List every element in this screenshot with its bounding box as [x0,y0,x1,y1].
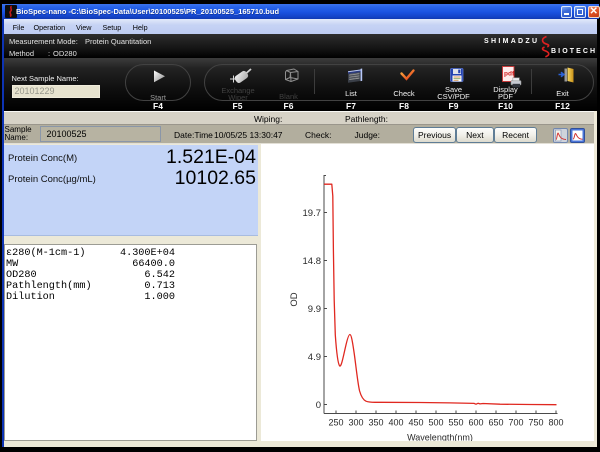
svg-text:4.9: 4.9 [308,352,321,363]
svg-text:350: 350 [368,418,383,428]
svg-text:pdf: pdf [504,71,515,78]
svg-text:550: 550 [448,418,463,428]
svg-text:0: 0 [316,400,321,411]
svg-text:OD: OD [289,292,300,306]
svg-text:450: 450 [408,418,423,428]
svg-text:14.8: 14.8 [303,256,322,267]
svg-text:650: 650 [488,418,503,428]
svg-text:750: 750 [528,418,543,428]
svg-text:300: 300 [348,418,363,428]
svg-text:800: 800 [548,418,563,428]
svg-text:9.9: 9.9 [308,304,321,315]
svg-text:400: 400 [388,418,403,428]
svg-text:Wavelength(nm): Wavelength(nm) [407,433,473,442]
svg-text:19.7: 19.7 [303,208,322,219]
svg-text:250: 250 [328,418,343,428]
svg-text:600: 600 [468,418,483,428]
svg-text:500: 500 [428,418,443,428]
svg-text:700: 700 [508,418,523,428]
